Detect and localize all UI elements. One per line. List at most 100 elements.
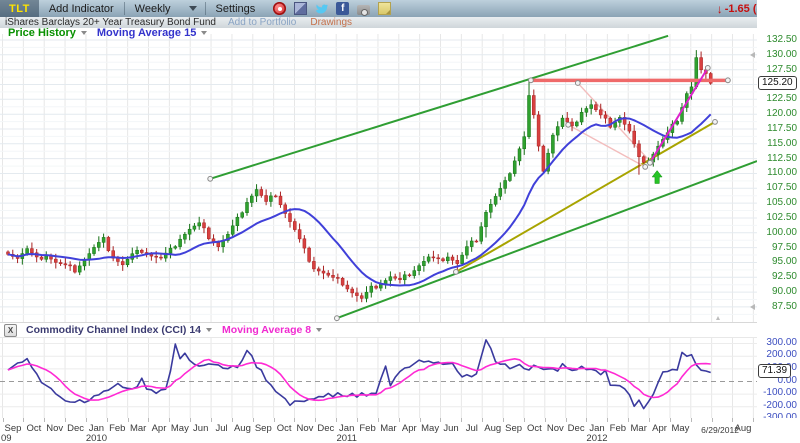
drawing-handle[interactable] — [208, 176, 213, 181]
moving-average-15-label[interactable]: Moving Average 15 — [97, 27, 196, 39]
month-tick — [566, 418, 567, 422]
settings-button[interactable]: Settings — [206, 3, 266, 15]
candle-body — [78, 266, 81, 272]
price-history-label[interactable]: Price History — [8, 27, 76, 39]
candle-body — [136, 250, 139, 254]
candle-body — [346, 285, 349, 289]
candle-body — [217, 243, 220, 247]
camera-icon[interactable] — [357, 5, 370, 15]
month-tick — [670, 418, 671, 422]
chevron-down-icon[interactable] — [81, 31, 87, 35]
candle-body — [298, 230, 301, 239]
candle-body — [475, 241, 478, 242]
axis-marker-icon — [750, 52, 755, 58]
trendlines-under[interactable] — [210, 36, 757, 318]
magenta-breakout[interactable] — [650, 68, 708, 163]
drawing-handle[interactable] — [705, 66, 710, 71]
candle-body — [102, 237, 105, 242]
candle-body — [150, 254, 153, 256]
candle-body — [365, 292, 368, 298]
cci-line[interactable] — [8, 340, 711, 409]
candle-body — [203, 223, 206, 228]
cube-icon[interactable] — [294, 2, 307, 15]
lower-green-channel[interactable] — [337, 161, 757, 318]
month-tick — [169, 418, 170, 422]
month-label: Dec — [317, 423, 334, 434]
candle-body — [126, 259, 129, 265]
month-label: Oct — [527, 423, 542, 434]
month-tick — [44, 418, 45, 422]
interval-select[interactable]: Weekly — [125, 3, 181, 15]
candle-body — [179, 239, 182, 246]
year-label: 09 — [1, 433, 12, 443]
month-label: Dec — [568, 423, 585, 434]
price-axis-label: 87.50 — [772, 301, 797, 312]
symbol-box[interactable]: TLT — [0, 0, 39, 17]
candle-body — [389, 277, 392, 281]
candles — [7, 50, 713, 302]
month-tick — [23, 418, 24, 422]
cci-indicator-label[interactable]: Commodity Channel Index (CCI) 14 — [26, 324, 201, 336]
chevron-down-icon[interactable] — [206, 328, 212, 332]
drawing-handle[interactable] — [575, 81, 580, 86]
candle-body — [183, 234, 186, 239]
month-tick — [461, 418, 462, 422]
month-label: Aug — [484, 423, 501, 434]
candle-body — [537, 115, 540, 146]
candle-body — [40, 257, 43, 259]
drawing-handle[interactable] — [643, 165, 648, 170]
drawing-handle[interactable] — [335, 316, 340, 321]
drawing-handle[interactable] — [454, 270, 459, 275]
candle-body — [508, 174, 511, 181]
month-tick — [440, 418, 441, 422]
alarm-icon[interactable] — [273, 2, 286, 15]
month-label: Jul — [466, 423, 478, 434]
candle-body — [442, 259, 445, 261]
candle-body — [427, 257, 430, 261]
candle-body — [327, 273, 330, 275]
month-tick — [232, 418, 233, 422]
up-arrow-marker[interactable] — [652, 171, 662, 184]
candle-body — [499, 188, 502, 196]
chevron-down-icon[interactable] — [316, 328, 322, 332]
month-tick — [253, 418, 254, 422]
add-to-portfolio-link[interactable]: Add to Portfolio — [228, 17, 296, 28]
cci-ma-label[interactable]: Moving Average 8 — [222, 324, 311, 336]
note-icon[interactable] — [378, 2, 391, 15]
month-tick — [399, 418, 400, 422]
close-icon[interactable]: X — [4, 324, 17, 337]
candle-body — [93, 247, 96, 253]
drawing-handle[interactable] — [713, 120, 718, 125]
candle-body — [155, 256, 158, 257]
drawings-link[interactable]: Drawings — [310, 17, 352, 28]
price-axis-label: 115.00 — [767, 138, 797, 149]
candle-body — [308, 248, 311, 261]
candle-body — [174, 247, 177, 249]
time-axis[interactable]: SepOctNovDecJanFebMarAprMayJunJulAugSepO… — [0, 418, 800, 443]
toolbar: TLT Add Indicator Weekly Settings f ↓ -1… — [0, 0, 800, 17]
chevron-down-icon[interactable] — [189, 6, 197, 11]
add-indicator-button[interactable]: Add Indicator — [39, 3, 124, 15]
drawing-handle[interactable] — [566, 122, 571, 127]
drawing-handle[interactable] — [648, 160, 653, 165]
candle-body — [169, 248, 172, 253]
drawing-handle[interactable] — [529, 78, 534, 83]
panel-marker-icon — [716, 316, 720, 320]
candle-body — [446, 257, 449, 261]
month-label: Sep — [505, 423, 522, 434]
candle-body — [394, 277, 397, 279]
month-label: Jun — [193, 423, 208, 434]
candle-body — [246, 202, 249, 212]
drawing-handle[interactable] — [726, 78, 731, 83]
candle-body — [633, 131, 636, 144]
twitter-icon[interactable] — [315, 2, 328, 15]
facebook-icon[interactable]: f — [336, 2, 349, 15]
chevron-down-icon[interactable] — [201, 31, 207, 35]
candle-body — [638, 144, 641, 157]
month-tick — [732, 418, 733, 422]
price-axis-label: 100.00 — [766, 227, 797, 238]
charting-app-window: TLT Add Indicator Weekly Settings f ↓ -1… — [0, 0, 800, 443]
drawing-handles[interactable] — [208, 66, 731, 321]
candle-body — [590, 105, 593, 109]
candle-body — [422, 261, 425, 265]
